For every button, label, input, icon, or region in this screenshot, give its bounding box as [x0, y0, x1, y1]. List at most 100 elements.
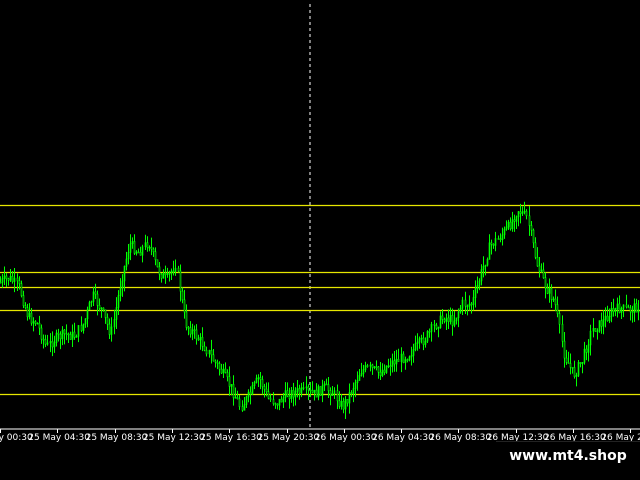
candle-body	[75, 336, 78, 338]
candle-body	[525, 210, 528, 217]
candle-body	[321, 385, 324, 396]
candle-body	[201, 336, 204, 347]
candle-body	[203, 345, 206, 351]
candle-body	[530, 225, 533, 231]
candle-body	[447, 317, 450, 322]
candle-body	[488, 242, 491, 260]
candle-body	[346, 399, 349, 404]
candle-body	[408, 356, 411, 361]
candle-body	[575, 375, 578, 377]
candle-body	[592, 328, 595, 332]
candle-body	[191, 329, 194, 335]
candle-body	[622, 304, 625, 309]
candle-body	[177, 267, 180, 272]
candle-body	[84, 318, 87, 325]
candle-body	[30, 312, 33, 324]
candle-body	[494, 238, 497, 246]
candle-body	[633, 303, 636, 313]
candle-body	[44, 339, 47, 345]
candle-body	[263, 386, 266, 390]
candle-body	[90, 301, 93, 303]
candle-body	[340, 400, 343, 407]
candle-body	[364, 365, 367, 370]
candle-body	[350, 392, 353, 394]
candle-body	[538, 265, 541, 272]
candle-body	[319, 386, 322, 396]
price-chart[interactable]	[0, 0, 640, 480]
candle-body	[441, 315, 444, 320]
candle-body	[395, 358, 398, 365]
candle-body	[459, 307, 462, 313]
candle-body	[509, 221, 512, 230]
candle-body	[375, 366, 378, 369]
candle-body	[110, 326, 113, 335]
candle-body	[561, 323, 564, 342]
candle-body	[344, 399, 347, 410]
candle-body	[416, 341, 419, 344]
candle-body	[98, 305, 101, 309]
candle-body	[581, 362, 584, 365]
candle-body	[342, 400, 345, 410]
candle-body	[565, 357, 568, 363]
candle-body	[577, 362, 580, 376]
candle-body	[544, 277, 547, 289]
candle-body	[435, 324, 438, 329]
candle-body	[307, 386, 310, 391]
candle-body	[445, 317, 448, 322]
candle-body	[532, 229, 535, 244]
candle-body	[49, 341, 52, 344]
candle-body	[86, 309, 89, 320]
candle-body	[18, 280, 21, 284]
candle-body	[290, 389, 293, 399]
candle-body	[492, 243, 495, 246]
candle-body	[371, 364, 374, 368]
candle-body	[474, 288, 477, 298]
candle-body	[497, 238, 500, 240]
candle-body	[449, 315, 452, 322]
candle-body	[123, 266, 126, 282]
candle-body	[331, 393, 334, 397]
candle-body	[608, 316, 611, 322]
candle-body	[618, 303, 621, 313]
candle-body	[144, 242, 147, 248]
candle-body	[329, 390, 332, 397]
candle-body	[354, 382, 357, 389]
chart-window[interactable]: 25 May 00:3025 May 04:3025 May 08:3025 M…	[0, 0, 640, 480]
bottom-strip	[0, 470, 640, 480]
candle-body	[637, 309, 640, 313]
candle-body	[439, 315, 442, 328]
candle-body	[238, 398, 241, 407]
candle-body	[276, 403, 279, 406]
x-axis-label: 25 May 08:30	[85, 433, 148, 443]
candle-body	[199, 336, 202, 341]
candle-body	[22, 295, 25, 306]
candle-body	[117, 295, 120, 308]
candle-body	[311, 390, 314, 393]
candle-body	[251, 385, 254, 395]
candle-body	[220, 368, 223, 374]
candle-body	[333, 390, 336, 394]
candle-body	[249, 391, 252, 395]
candle-body	[261, 379, 264, 387]
candle-body	[179, 270, 182, 292]
candle-body	[236, 397, 239, 400]
candle-body	[20, 283, 23, 296]
candle-body	[305, 386, 308, 389]
candle-body	[212, 354, 215, 362]
candle-body	[393, 360, 396, 365]
candle-body	[513, 219, 516, 222]
candle-body	[521, 211, 524, 214]
candle-body	[197, 338, 200, 341]
candle-body	[464, 299, 467, 307]
candle-body	[610, 307, 613, 317]
candle-body	[259, 377, 262, 380]
candle-body	[501, 234, 504, 241]
candle-body	[406, 359, 409, 361]
candle-body	[82, 323, 85, 331]
candle-body	[338, 400, 341, 407]
candle-body	[38, 322, 41, 329]
candle-body	[383, 369, 386, 373]
candle-body	[106, 317, 109, 325]
candle-body	[205, 349, 208, 355]
candle-body	[164, 273, 167, 276]
